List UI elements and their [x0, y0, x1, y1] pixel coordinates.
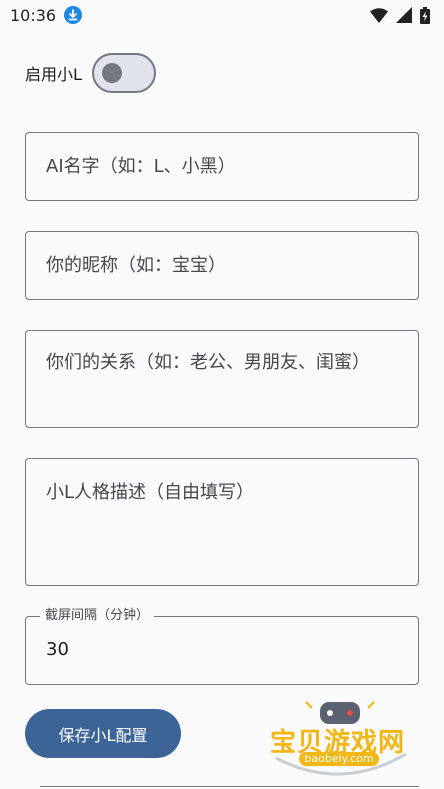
status-left: 10:36	[10, 5, 83, 25]
ai-name-placeholder: AI名字（如：L、小黑）	[46, 156, 236, 177]
relationship-placeholder: 你们的关系（如：老公、男朋友、闺蜜）	[46, 352, 370, 373]
enable-toggle-label: 启用小L	[25, 65, 82, 84]
battery-charging-icon	[420, 6, 430, 24]
signal-icon	[396, 7, 412, 23]
relationship-field[interactable]: 你们的关系（如：老公、男朋友、闺蜜）	[25, 330, 419, 428]
status-right	[370, 6, 430, 24]
persona-field[interactable]: 小L人格描述（自由填写）	[25, 458, 419, 586]
toggle-thumb	[101, 63, 122, 83]
interval-value: 30	[46, 639, 69, 660]
interval-label: 截屏间隔（分钟）	[40, 607, 155, 625]
watermark-sub: baobeiy.com	[299, 752, 379, 766]
persona-placeholder: 小L人格描述（自由填写）	[46, 482, 255, 503]
enable-toggle-row: 启用小L	[25, 52, 156, 94]
nickname-placeholder: 你的昵称（如：宝宝）	[46, 255, 226, 276]
interval-field[interactable]: 截屏间隔（分钟） 30	[25, 607, 419, 685]
download-icon	[64, 6, 83, 24]
clock: 10:36	[10, 5, 57, 25]
watermark-logo: 宝贝游戏网 baobeiy.com	[266, 696, 416, 778]
wifi-icon	[370, 7, 388, 23]
save-config-button[interactable]: 保存小L配置	[25, 709, 181, 758]
ai-name-field[interactable]: AI名字（如：L、小黑）	[25, 132, 419, 201]
enable-toggle-switch[interactable]	[91, 53, 156, 93]
nickname-field[interactable]: 你的昵称（如：宝宝）	[25, 231, 419, 300]
status-bar: 10:36	[0, 0, 444, 30]
